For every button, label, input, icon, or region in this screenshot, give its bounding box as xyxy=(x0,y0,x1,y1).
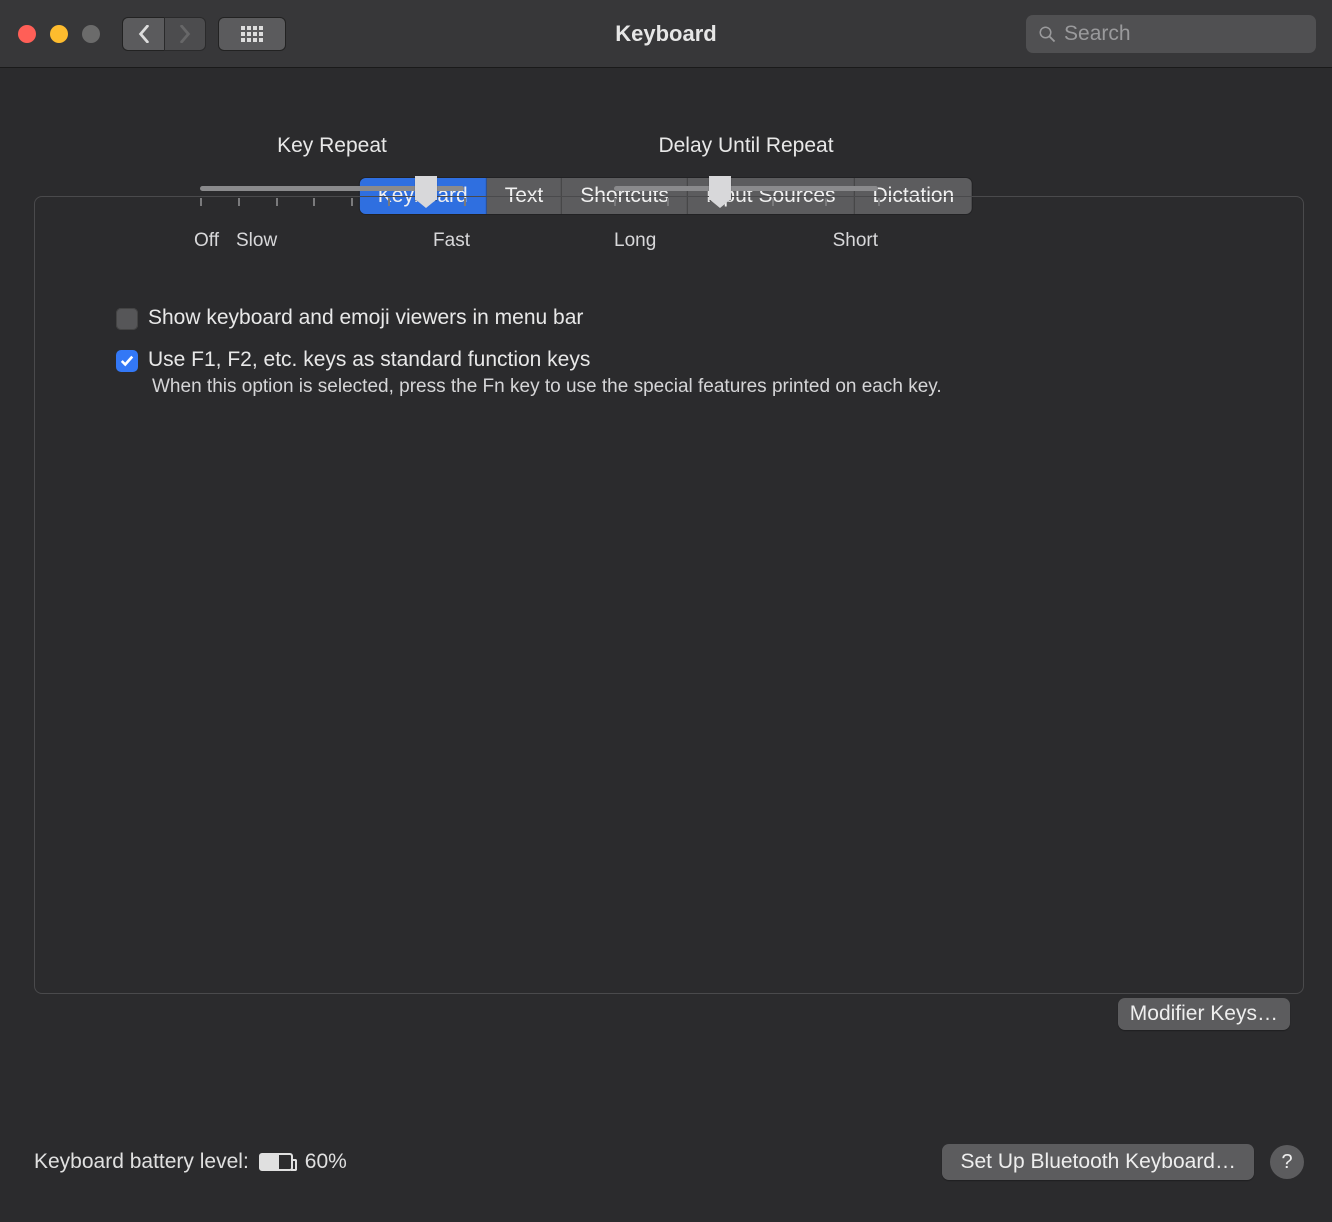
delay-until-repeat-label: Delay Until Repeat xyxy=(614,134,878,158)
close-window-button[interactable] xyxy=(18,25,36,43)
minimize-window-button[interactable] xyxy=(50,25,68,43)
key-repeat-fast-label: Fast xyxy=(433,230,470,252)
nav-buttons xyxy=(122,17,206,51)
setup-bluetooth-keyboard-button[interactable]: Set Up Bluetooth Keyboard… xyxy=(942,1144,1254,1180)
search-field[interactable] xyxy=(1026,15,1316,53)
key-repeat-off-label: Off xyxy=(194,230,219,252)
window-controls xyxy=(18,25,100,43)
help-button[interactable]: ? xyxy=(1270,1145,1304,1179)
key-repeat-label: Key Repeat xyxy=(200,134,464,158)
chevron-right-icon xyxy=(178,25,192,43)
search-icon xyxy=(1038,24,1056,44)
footer: Keyboard battery level: 60% Set Up Bluet… xyxy=(34,1140,1304,1184)
preference-pane: Keyboard Text Shortcuts Input Sources Di… xyxy=(0,134,1332,1222)
back-button[interactable] xyxy=(122,17,164,51)
modifier-keys-button[interactable]: Modifier Keys… xyxy=(1118,998,1290,1030)
forward-button[interactable] xyxy=(164,17,206,51)
chevron-left-icon xyxy=(137,25,151,43)
zoom-window-button[interactable] xyxy=(82,25,100,43)
delay-until-repeat-slider[interactable] xyxy=(614,182,878,218)
battery-label: Keyboard battery level: xyxy=(34,1150,249,1174)
settings-group xyxy=(34,196,1304,994)
grid-icon xyxy=(241,26,263,42)
show-all-button[interactable] xyxy=(218,17,286,51)
window-titlebar: Keyboard xyxy=(0,0,1332,68)
battery-percent: 60% xyxy=(305,1150,347,1174)
search-input[interactable] xyxy=(1064,22,1304,46)
key-repeat-slider[interactable] xyxy=(200,182,464,218)
key-repeat-slow-label: Slow xyxy=(236,230,277,252)
key-repeat-slider-group: Key Repeat Off Slow Fast xyxy=(200,134,464,252)
